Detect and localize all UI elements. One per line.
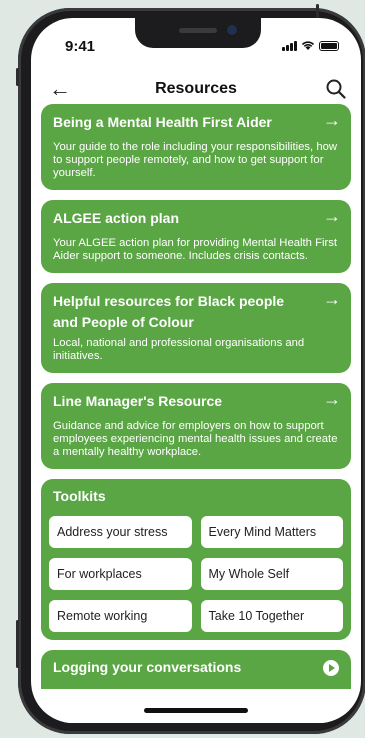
home-indicator[interactable] — [144, 708, 248, 713]
logging-title: Logging your conversations — [53, 659, 242, 675]
card-line-manager-resource[interactable]: Line Manager's Resource → Guidance and a… — [41, 383, 351, 469]
toolkit-button[interactable]: Every Mind Matters — [200, 516, 343, 548]
speaker — [179, 28, 217, 33]
arrow-right-icon: → — [323, 110, 341, 130]
card-description: Guidance and advice for employers on how… — [53, 420, 338, 458]
battery-icon — [319, 41, 339, 51]
camera — [227, 25, 237, 35]
card-title: Being a Mental Health First Aider — [53, 114, 272, 130]
toolkit-button[interactable]: Take 10 Together — [200, 600, 343, 632]
wifi-icon — [301, 41, 315, 50]
card-description: Your guide to the role including your re… — [53, 141, 338, 179]
status-time: 9:41 — [65, 38, 96, 55]
card-algee-action-plan[interactable]: ALGEE action plan → Your ALGEE action pl… — [41, 200, 351, 273]
toolkits-title: Toolkits — [53, 488, 106, 504]
play-icon — [323, 660, 339, 676]
app-screen: 9:41 ← Resources Being a Mental Health F… — [31, 18, 361, 723]
toolkit-button[interactable]: For workplaces — [49, 558, 192, 590]
toolkit-button[interactable]: Remote working — [49, 600, 192, 632]
power-button — [316, 4, 319, 18]
card-helpful-resources[interactable]: Helpful resources for Black people and P… — [41, 283, 351, 373]
card-title: ALGEE action plan — [53, 210, 180, 226]
card-description: Local, national and professional organis… — [53, 337, 305, 362]
page-title: Resources — [155, 80, 237, 97]
status-bar: 9:41 — [31, 18, 361, 64]
home-indicator-area — [31, 689, 361, 723]
card-title: Helpful resources for Black people and P… — [53, 293, 285, 330]
signal-icon — [282, 41, 297, 51]
card-mental-health-first-aider[interactable]: Being a Mental Health First Aider → Your… — [41, 104, 351, 190]
toolkits-grid: Address your stress Every Mind Matters F… — [49, 516, 343, 632]
volume-button — [16, 620, 19, 668]
search-icon[interactable] — [325, 78, 347, 100]
notch — [135, 18, 261, 48]
status-icons — [282, 40, 339, 51]
toolkit-button[interactable]: Address your stress — [49, 516, 192, 548]
card-title: Line Manager's Resource — [53, 393, 223, 409]
logging-conversations-card[interactable]: Logging your conversations — [41, 650, 351, 692]
resource-list: Being a Mental Health First Aider → Your… — [41, 104, 351, 692]
arrow-right-icon: → — [323, 206, 341, 226]
toolkits-section: Toolkits Address your stress Every Mind … — [41, 479, 351, 640]
card-description: Your ALGEE action plan for providing Men… — [53, 237, 338, 262]
arrow-right-icon: → — [323, 289, 341, 309]
toolkit-button[interactable]: My Whole Self — [200, 558, 343, 590]
mute-switch — [16, 68, 19, 86]
arrow-right-icon: → — [323, 389, 341, 409]
